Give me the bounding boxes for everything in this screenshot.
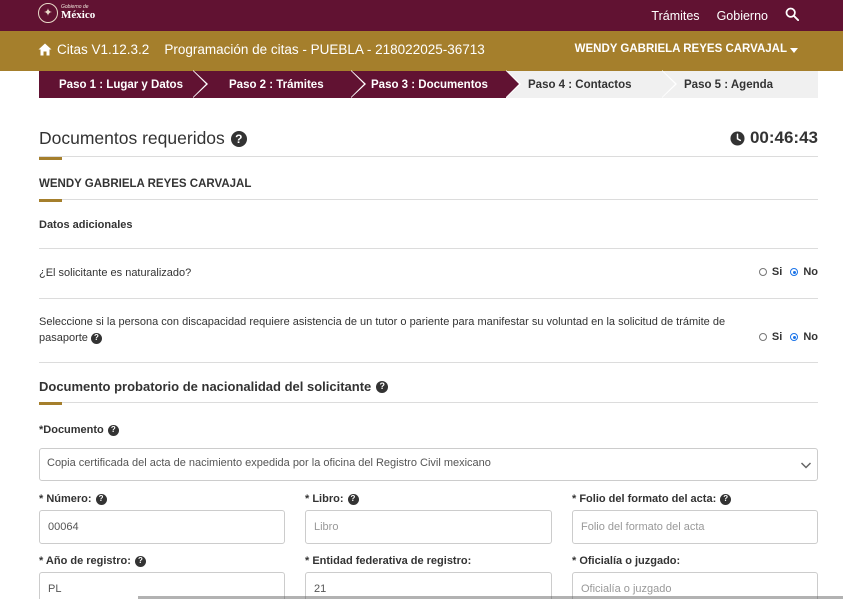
folio-input[interactable]: Folio del formato del acta (572, 510, 818, 544)
anio-label: * Año de registro: ? (39, 555, 146, 567)
step-1-label: Paso 1 : Lugar y Datos (59, 78, 183, 91)
document-select-value: Copia certificada del acta de nacimiento… (47, 457, 491, 469)
caret-down-icon (790, 47, 798, 53)
entidad-input[interactable]: 21 (305, 572, 552, 599)
app-version: Citas V1.12.3.2 (57, 42, 150, 57)
app-title: Programación de citas - PUEBLA - 2180220… (164, 42, 485, 57)
search-icon[interactable] (785, 7, 799, 21)
name-accent (39, 199, 62, 202)
additional-data-heading: Datos adicionales (39, 219, 133, 231)
document-label-text: *Documento (39, 424, 104, 436)
naturalized-divider (39, 298, 818, 299)
clock-icon (730, 130, 745, 146)
libro-label-text: * Libro: (305, 493, 344, 505)
top-nav: Trámites Gobierno (651, 0, 843, 31)
nationality-section-title: Documento probatorio de nacionalidad del… (39, 379, 389, 394)
disability-question: Seleccione si la persona con discapacida… (39, 314, 784, 346)
disability-question-line2: pasaporte (39, 332, 88, 344)
anio-label-text: * Año de registro: (39, 555, 131, 567)
home-icon[interactable] (38, 43, 52, 56)
disability-yes-radio[interactable] (758, 333, 767, 341)
nav-gobierno-link[interactable]: Gobierno (717, 9, 768, 23)
disability-divider (39, 362, 818, 363)
disability-yes-label: Si (771, 331, 783, 343)
step-2-label: Paso 2 : Trámites (229, 78, 324, 91)
naturalized-no-radio[interactable] (790, 268, 799, 276)
help-icon[interactable]: ? (376, 380, 389, 393)
chevron-down-icon (800, 462, 812, 469)
title-accent (39, 157, 62, 160)
naturalized-no-label: No (803, 266, 818, 278)
additional-divider (39, 248, 818, 249)
help-icon[interactable]: ? (134, 555, 146, 567)
timer-value: 00:46:43 (749, 128, 818, 147)
app-title-area: Citas V1.12.3.2 Programación de citas - … (38, 42, 485, 57)
help-icon[interactable]: ? (95, 493, 107, 505)
help-icon[interactable]: ? (107, 424, 119, 436)
section-accent (39, 402, 62, 405)
help-icon[interactable]: ? (347, 493, 359, 505)
folio-label-text: * Folio del formato del acta: (572, 493, 717, 505)
numero-label: * Número: ? (39, 493, 107, 505)
naturalized-yes-radio[interactable] (758, 268, 767, 276)
nationality-section-text: Documento probatorio de nacionalidad del… (39, 379, 372, 394)
step-5-label: Paso 5 : Agenda (684, 78, 774, 91)
document-select[interactable]: Copia certificada del acta de nacimiento… (39, 448, 818, 481)
session-timer: 00:46:43 (730, 128, 818, 148)
user-menu[interactable]: WENDY GABRIELA REYES CARVAJAL (575, 43, 798, 55)
oficialia-input[interactable]: Oficialía o juzgado (572, 572, 818, 599)
disability-no-label: No (803, 331, 818, 343)
name-divider (39, 199, 818, 200)
numero-label-text: * Número: (39, 493, 92, 505)
applicant-name: WENDY GABRIELA REYES CARVAJAL (39, 178, 252, 190)
naturalized-yes-label: Si (771, 266, 783, 278)
step-2[interactable]: Paso 2 : Trámites (193, 70, 366, 98)
disability-question-line1: Seleccione si la persona con discapacida… (39, 316, 726, 328)
page-title-text: Documentos requeridos (39, 128, 225, 148)
oficialia-label: * Oficialía o juzgado: (572, 555, 680, 567)
entidad-label-text: * Entidad federativa de registro: (305, 555, 472, 567)
coat-of-arms-icon: ✦ (38, 3, 58, 23)
disability-yes-option[interactable]: Si (758, 331, 783, 343)
naturalized-question: ¿El solicitante es naturalizado? (39, 267, 192, 279)
step-3[interactable]: Paso 3 : Documentos (351, 70, 521, 98)
section-divider (39, 402, 818, 403)
anio-input[interactable]: PL (39, 572, 285, 599)
oficialia-label-text: * Oficialía o juzgado: (572, 555, 681, 567)
disability-no-option[interactable]: No (790, 331, 818, 343)
step-3-label: Paso 3 : Documentos (371, 78, 488, 91)
naturalized-radio-group: Si No (751, 266, 818, 278)
page-title: Documentos requeridos ? (39, 128, 247, 149)
disability-no-radio[interactable] (790, 333, 799, 341)
gov-top-bar: ✦ Gobierno de México Trámites Gobierno (0, 0, 843, 31)
naturalized-no-option[interactable]: No (790, 266, 818, 278)
step-5[interactable]: Paso 5 : Agenda (662, 71, 818, 98)
nav-tramites-link[interactable]: Trámites (651, 9, 699, 23)
help-icon[interactable]: ? (720, 493, 732, 505)
folio-label: * Folio del formato del acta: ? (572, 493, 732, 505)
user-name: WENDY GABRIELA REYES CARVAJAL (574, 43, 787, 55)
naturalized-yes-option[interactable]: Si (758, 266, 783, 278)
wizard-steps: Paso 1 : Lugar y Datos Paso 2 : Trámites… (39, 70, 818, 98)
libro-label: * Libro: ? (305, 493, 359, 505)
document-label: *Documento ? (39, 424, 119, 436)
disability-radio-group: Si No (751, 331, 818, 343)
logo-line2: México (61, 9, 96, 21)
entidad-label: * Entidad federativa de registro: (305, 555, 471, 567)
numero-input[interactable]: 00064 (39, 510, 285, 544)
app-header: Citas V1.12.3.2 Programación de citas - … (0, 31, 843, 71)
step-4-label: Paso 4 : Contactos (528, 78, 632, 91)
gob-mx-logo[interactable]: ✦ Gobierno de México (38, 3, 95, 23)
step-4[interactable]: Paso 4 : Contactos (506, 70, 677, 98)
libro-input[interactable]: Libro (305, 510, 552, 544)
help-icon[interactable]: ? (90, 332, 102, 344)
title-divider (39, 156, 818, 157)
step-1[interactable]: Paso 1 : Lugar y Datos (39, 70, 208, 98)
help-icon[interactable]: ? (230, 130, 247, 147)
